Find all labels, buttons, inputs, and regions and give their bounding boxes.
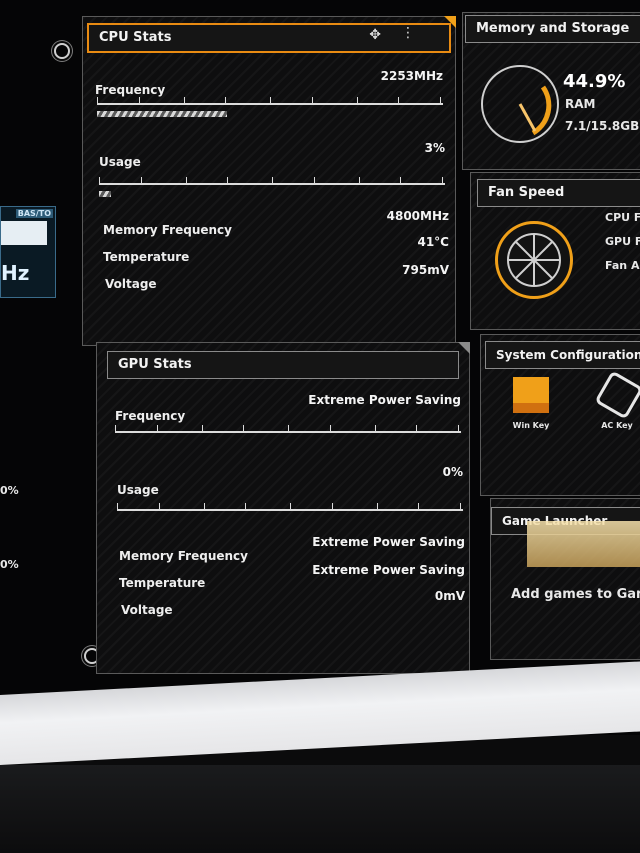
temperature-label: Temperature [103,250,190,264]
game-launcher-panel: Game Launcher Add games to Gam [490,498,640,660]
widget-badge: BAS/TO [15,209,53,218]
voltage-value: 795mV [402,263,449,277]
usage-value: 3% [424,141,445,155]
cpu-stats-panel: CPU Stats ✥ ⋮ Frequency 2253MHz Usage 3%… [82,16,456,346]
usage-label: Usage [117,483,159,497]
temperature-value: 41°C [417,235,449,249]
ac-key-icon [594,370,640,420]
left-percent-1: 0% [0,484,19,497]
add-games-button[interactable]: Add games to Gam [511,587,640,602]
win-key-label: Win Key [512,421,550,430]
gpu-stats-title: GPU Stats [107,351,459,379]
left-percent-2: 0% [0,558,19,571]
fan-speed-panel: Fan Speed CPU Fa GPU Fa Fan Ac [470,172,640,330]
memory-frequency-value: Extreme Power Saving [312,535,465,549]
ram-gauge [481,65,559,143]
cpu-stats-title: CPU Stats [87,23,451,53]
fan-icon [495,221,573,299]
fan-item-cpu: CPU Fa [605,211,640,224]
ram-gauge-arc [518,85,552,136]
temperature-label: Temperature [119,576,206,590]
frequency-value: 2253MHz [380,69,443,83]
system-configuration-title: System Configuration [485,341,640,369]
voltage-label: Voltage [121,603,173,617]
usage-value: 0% [442,465,463,479]
usage-fill [99,191,111,197]
move-icon[interactable]: ✥ [369,27,381,43]
ac-key-label: AC Key [601,421,633,430]
win-key-toggle[interactable]: Win Key [507,377,555,435]
widget-text: Hz [1,261,30,285]
fan-item-acoustic: Fan Ac [605,259,640,272]
ram-detail: 7.1/15.8GB [565,119,640,133]
panel-title: GPU Stats [118,357,192,372]
memory-frequency-value: 4800MHz [386,209,449,223]
monitor-bottom [0,765,640,853]
memory-storage-title: Memory and Storage [465,15,640,43]
frequency-scale [115,421,461,433]
panel-corner-accent [458,342,470,354]
settings-icon[interactable] [54,43,70,59]
kebab-menu-icon[interactable]: ⋮ [401,25,415,41]
gpu-stats-panel: GPU Stats Frequency Extreme Power Saving… [96,342,470,674]
widget-bar [1,221,47,245]
fan-speed-title: Fan Speed [477,179,640,207]
ram-label: RAM [565,97,596,111]
temperature-value: Extreme Power Saving [312,563,465,577]
memory-frequency-label: Memory Frequency [119,549,248,563]
ac-key-toggle[interactable]: AC Key [593,370,640,435]
light-reflection [527,521,640,567]
ram-percent: 44.9% [563,71,626,92]
memory-storage-panel: Memory and Storage 44.9% RAM 7.1/15.8GB [462,12,640,170]
voltage-label: Voltage [105,277,157,291]
usage-scale [117,499,463,511]
panel-title: CPU Stats [99,30,172,45]
fan-blades [507,233,561,287]
panel-title: Memory and Storage [476,21,630,36]
fan-item-gpu: GPU Fa [605,235,640,248]
usage-label: Usage [99,155,141,169]
screen: BAS/TO Hz 0% 0% CPU Stats ✥ ⋮ Frequency … [0,0,640,735]
panel-title: System Configuration [496,348,640,362]
clock-widget[interactable]: BAS/TO Hz [0,206,56,298]
windows-icon [513,377,549,413]
system-configuration-panel: System Configuration Win Key AC Key [480,334,640,496]
usage-scale [99,173,445,185]
panel-title: Fan Speed [488,185,565,200]
frequency-scale [97,93,443,105]
frequency-value: Extreme Power Saving [308,393,461,407]
voltage-value: 0mV [434,589,465,603]
frequency-fill [97,111,227,117]
memory-frequency-label: Memory Frequency [103,223,232,237]
